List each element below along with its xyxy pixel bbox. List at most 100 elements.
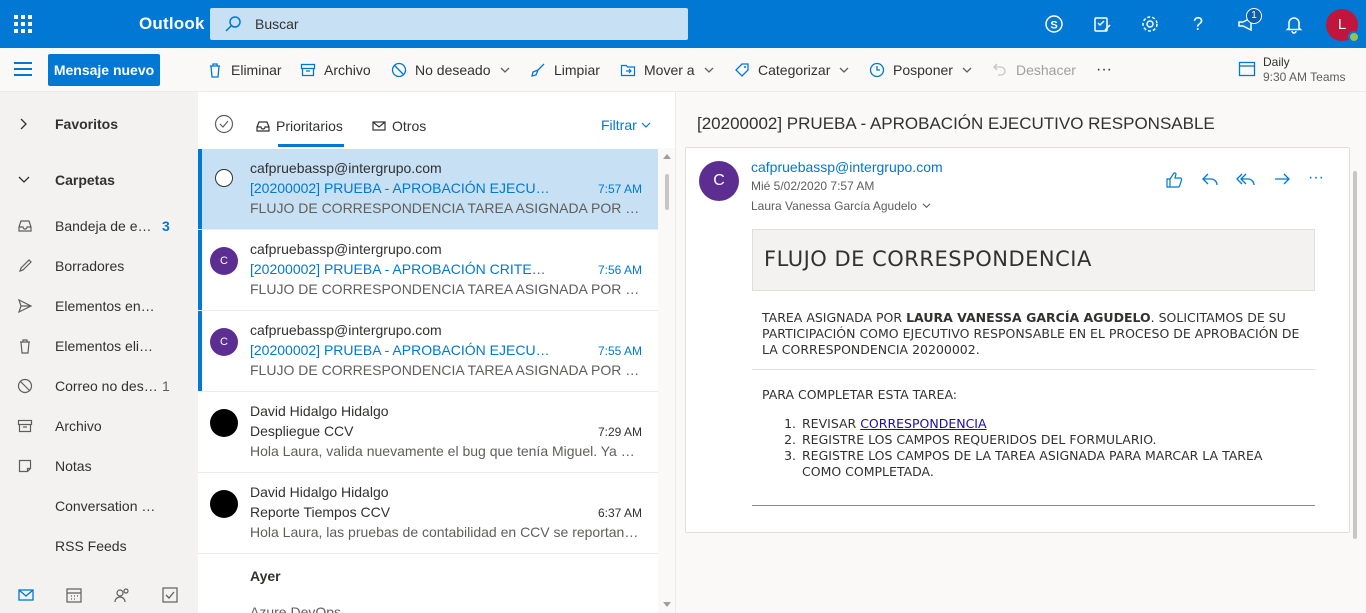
sender-avatar xyxy=(210,409,238,437)
unread-indicator xyxy=(198,230,202,310)
folder-sent[interactable]: Elementos enviados xyxy=(0,286,198,326)
folder-label: Elementos eliminados xyxy=(55,338,159,354)
people-icon[interactable] xyxy=(113,586,131,604)
help-icon[interactable]: ? xyxy=(1186,12,1210,36)
inbox-icon xyxy=(256,121,270,132)
folder-inbox[interactable]: Bandeja de entrada 3 xyxy=(0,206,198,246)
sender-address[interactable]: cafpruebassp@intergrupo.com xyxy=(751,159,943,175)
tab-focused[interactable]: Prioritarios xyxy=(255,116,343,136)
folder-conversation-history[interactable]: Conversation History xyxy=(0,486,198,526)
reply-icon[interactable] xyxy=(1200,170,1220,190)
folder-rss-feeds[interactable]: RSS Feeds xyxy=(0,526,198,566)
search-input[interactable]: Buscar xyxy=(210,8,688,40)
settings-gear-icon[interactable] xyxy=(1138,12,1162,36)
folder-junk[interactable]: Correo no deseado 1 xyxy=(0,366,198,406)
undo-button[interactable]: Deshacer xyxy=(992,60,1076,80)
mail-icon[interactable] xyxy=(17,586,35,604)
like-icon[interactable] xyxy=(1164,170,1184,190)
sweep-button[interactable]: Limpiar xyxy=(530,60,600,80)
email-recipient[interactable]: Laura Vanessa García Agudelo xyxy=(751,199,931,213)
event-time: 9:30 AM Teams xyxy=(1263,70,1346,84)
message-sender[interactable]: Azure DevOps xyxy=(250,604,341,613)
select-message-checkbox[interactable] xyxy=(215,169,233,187)
message-list-scrollbar[interactable] xyxy=(658,148,675,613)
scroll-thumb[interactable] xyxy=(1353,171,1357,539)
correspondence-link[interactable]: CORRESPONDENCIA xyxy=(860,416,986,431)
event-title: Daily xyxy=(1263,55,1290,69)
filter-button[interactable]: Filtrar xyxy=(601,117,651,133)
calendar-icon xyxy=(1238,61,1256,77)
chevron-down-icon xyxy=(922,203,931,209)
junk-button[interactable]: No deseado xyxy=(391,60,511,80)
archive-button[interactable]: Archivo xyxy=(300,60,371,80)
email-card: C cafpruebassp@intergrupo.com Mié 5/02/2… xyxy=(685,147,1350,533)
folders-label: Carpetas xyxy=(55,172,115,188)
message-row[interactable]: cafpruebassp@intergrupo.com [20200002] P… xyxy=(198,149,658,230)
message-row[interactable]: David Hidalgo Hidalgo Despliegue CCV 7:2… xyxy=(198,392,658,473)
message-time: 7:29 AM xyxy=(597,425,642,439)
trash-icon xyxy=(20,339,30,354)
email-paragraph: TAREA ASIGNADA POR LAURA VANESSA GARCÍA … xyxy=(762,310,1307,358)
move-to-button[interactable]: Mover a xyxy=(620,60,715,80)
snooze-button[interactable]: Posponer xyxy=(869,60,973,80)
tab-other[interactable]: Otros xyxy=(371,116,426,136)
select-all-checkbox-icon[interactable] xyxy=(214,114,234,134)
folder-notes[interactable]: Notas xyxy=(0,446,198,486)
tag-icon xyxy=(735,63,749,77)
message-time: 7:57 AM xyxy=(597,182,642,196)
more-actions-icon[interactable]: ··· xyxy=(1308,170,1328,190)
folders-header[interactable]: Carpetas xyxy=(0,160,198,200)
tab-focused-label: Prioritarios xyxy=(276,118,343,134)
sender-avatar[interactable]: C xyxy=(699,161,739,201)
step-text: REGISTRE LOS CAMPOS REQUERIDOS DEL FORMU… xyxy=(802,432,1157,447)
favorites-header[interactable]: Favoritos xyxy=(0,104,198,144)
categorize-button[interactable]: Categorizar xyxy=(734,60,850,80)
sender-avatar: C xyxy=(210,328,238,356)
calendar-icon[interactable] xyxy=(65,586,83,604)
app-launcher-icon[interactable] xyxy=(12,12,36,36)
chevron-right-icon xyxy=(20,118,27,130)
tab-selected-indicator xyxy=(278,144,344,147)
top-bar: Outlook Buscar S ? 1 L xyxy=(0,0,1366,48)
email-date: Mié 5/02/2020 7:57 AM xyxy=(751,179,875,193)
user-avatar[interactable]: L xyxy=(1326,9,1360,43)
folder-deleted[interactable]: Elementos eliminados xyxy=(0,326,198,366)
todo-icon[interactable] xyxy=(1090,12,1114,36)
message-row[interactable]: C cafpruebassp@intergrupo.com [20200002]… xyxy=(198,311,658,392)
message-row[interactable]: C cafpruebassp@intergrupo.com [20200002]… xyxy=(198,230,658,311)
presence-available-icon xyxy=(1348,31,1360,43)
reply-all-icon[interactable] xyxy=(1236,170,1256,190)
folder-drafts[interactable]: Borradores xyxy=(0,246,198,286)
new-message-button[interactable]: Mensaje nuevo xyxy=(48,54,160,86)
reading-pane-scrollbar[interactable] xyxy=(1351,167,1359,543)
message-subject: [20200002] PRUEBA - APROBACIÓN EJECUTIVO… xyxy=(250,180,550,196)
instructions-heading: PARA COMPLETAR ESTA TAREA: xyxy=(762,387,957,402)
forward-icon[interactable] xyxy=(1272,170,1292,190)
delete-label: Eliminar xyxy=(231,62,282,78)
snooze-label: Posponer xyxy=(893,62,953,78)
scroll-up-arrow-icon[interactable] xyxy=(663,154,671,159)
chevron-down-icon xyxy=(641,122,651,128)
brand-title[interactable]: Outlook xyxy=(139,14,205,34)
bell-icon[interactable] xyxy=(1282,12,1306,36)
message-sender: cafpruebassp@intergrupo.com xyxy=(250,160,442,176)
message-subject: Reporte Tiempos CCV xyxy=(250,504,391,520)
message-row[interactable]: David Hidalgo Hidalgo Reporte Tiempos CC… xyxy=(198,473,658,554)
filter-label: Filtrar xyxy=(601,117,637,133)
folder-label: Correo no deseado xyxy=(55,378,159,394)
scroll-down-arrow-icon[interactable] xyxy=(663,602,671,607)
folder-label: Elementos enviados xyxy=(55,298,159,314)
message-time: 7:55 AM xyxy=(597,344,642,358)
block-icon xyxy=(391,62,407,78)
tasks-icon[interactable] xyxy=(161,586,179,604)
scroll-thumb[interactable] xyxy=(665,174,669,210)
more-actions-button[interactable]: ··· xyxy=(1096,60,1112,80)
note-icon xyxy=(18,459,32,473)
divider xyxy=(752,505,1315,506)
folder-archive[interactable]: Archivo xyxy=(0,406,198,446)
skype-icon[interactable]: S xyxy=(1042,12,1066,36)
hamburger-menu-icon[interactable] xyxy=(14,62,32,76)
banner-title: FLUJO DE CORRESPONDENCIA xyxy=(764,247,1092,271)
delete-button[interactable]: Eliminar xyxy=(207,60,282,80)
step-number: 2. xyxy=(784,432,796,447)
